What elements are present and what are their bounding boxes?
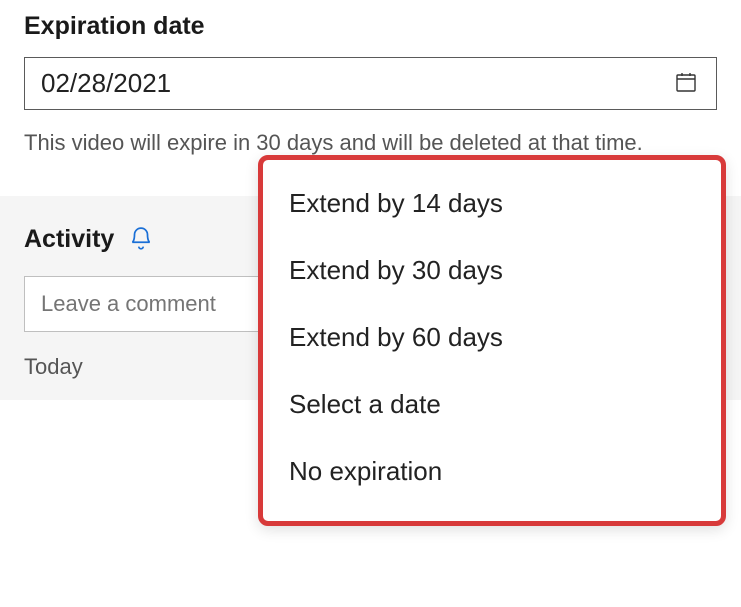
menu-item-no-expiration[interactable]: No expiration <box>263 438 721 505</box>
calendar-icon <box>674 70 698 97</box>
menu-item-extend-60[interactable]: Extend by 60 days <box>263 304 721 371</box>
expiration-date-field[interactable] <box>24 57 717 110</box>
expiration-date-input[interactable] <box>41 68 672 99</box>
menu-item-extend-30[interactable]: Extend by 30 days <box>263 237 721 304</box>
expiration-helper-text: This video will expire in 30 days and wi… <box>0 110 700 158</box>
menu-item-extend-14[interactable]: Extend by 14 days <box>263 170 721 237</box>
expiration-options-menu: Extend by 14 days Extend by 30 days Exte… <box>258 155 726 526</box>
activity-title: Activity <box>24 225 114 254</box>
menu-item-select-date[interactable]: Select a date <box>263 371 721 438</box>
bell-icon[interactable] <box>128 226 154 252</box>
expiration-date-label: Expiration date <box>0 0 741 49</box>
calendar-picker-button[interactable] <box>672 68 700 99</box>
